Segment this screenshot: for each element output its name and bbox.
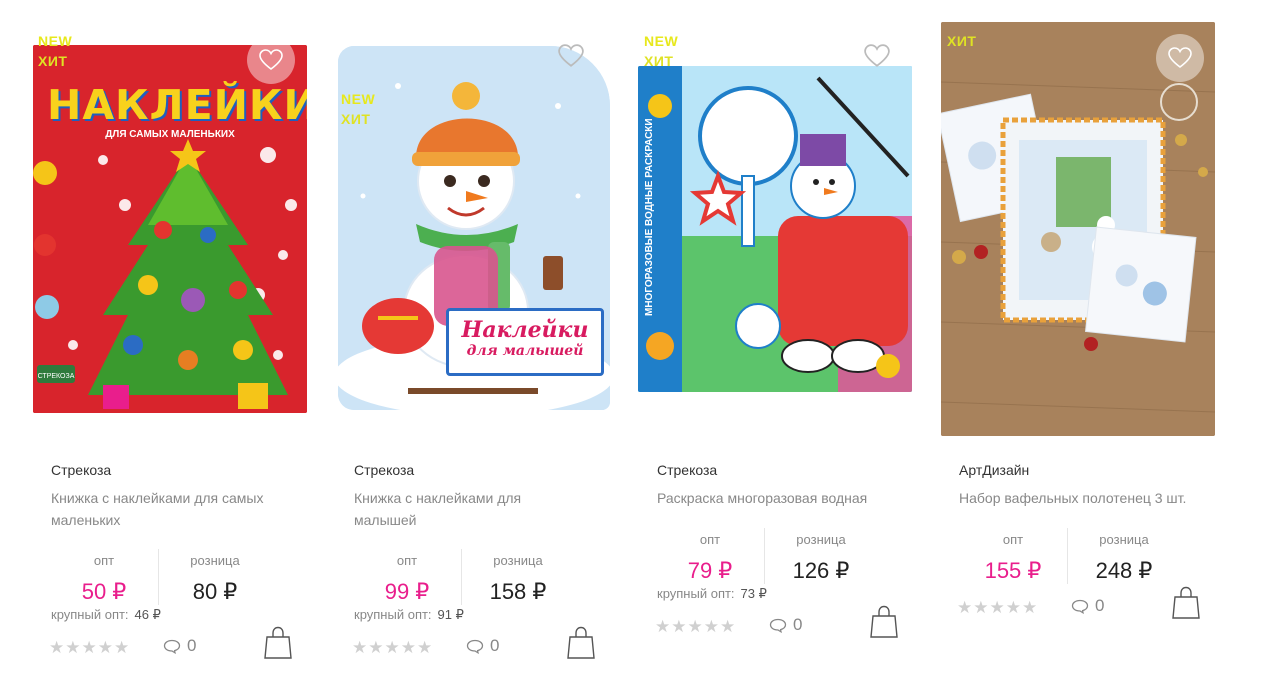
price-retail-label: розница: [1099, 532, 1149, 547]
product-brand[interactable]: АртДизайн: [959, 462, 1029, 478]
cover-illustration: [638, 66, 912, 392]
badge-new: NEW: [38, 33, 73, 49]
price-opt-label: опт: [93, 553, 115, 568]
bulk-price-label: крупный опт:: [657, 586, 735, 601]
bulk-price-value: 91 ₽: [437, 607, 464, 622]
price-block: опт 50 ₽ розница 80 ₽: [50, 549, 270, 613]
product-title[interactable]: Книжка с наклейками для малышей: [354, 487, 564, 531]
product-image[interactable]: ХИТ: [939, 18, 1239, 438]
cover-title: Наклейки: [461, 317, 589, 343]
comments-count: 0: [187, 636, 197, 655]
shopping-bag-icon: [870, 605, 898, 638]
product-title[interactable]: Книжка с наклейками для самых маленьких: [51, 487, 301, 531]
price-retail: 248 ₽: [1095, 558, 1153, 583]
product-brand[interactable]: Стрекоза: [657, 462, 717, 478]
comment-icon: [163, 639, 181, 654]
product-card[interactable]: МНОГОРАЗОВЫЕ ВОДНЫЕ РАСКРАСКИ NEW ХИТ Ст…: [636, 0, 936, 695]
comments-link[interactable]: 0: [1071, 596, 1104, 616]
badge-hit: ХИТ: [38, 53, 68, 69]
comment-icon: [769, 618, 787, 633]
product-brand[interactable]: Стрекоза: [51, 462, 111, 478]
comments-count: 0: [793, 615, 803, 634]
product-photo: [941, 22, 1215, 436]
svg-text:СТРЕКОЗА: СТРЕКОЗА: [38, 373, 75, 380]
favorite-button[interactable]: [555, 40, 587, 72]
bulk-price: крупный опт: 46 ₽: [51, 607, 161, 623]
badge-new: NEW: [644, 33, 679, 49]
product-title[interactable]: Раскраска многоразовая водная: [657, 487, 917, 509]
product-card[interactable]: Наклейки для малышей NEW ХИТ Стрекоза Кн…: [333, 0, 633, 695]
towels-illustration: [941, 22, 1215, 436]
heart-icon: [864, 44, 890, 67]
comments-link[interactable]: 0: [163, 636, 196, 656]
book-cover: МНОГОРАЗОВЫЕ ВОДНЫЕ РАСКРАСКИ: [638, 66, 912, 392]
comments-link[interactable]: 0: [769, 615, 802, 635]
heart-icon: [1168, 47, 1192, 69]
book-cover: СТРЕКОЗА НАКЛЕЙКИ ДЛЯ САМЫХ МАЛЕНЬКИХ: [33, 45, 307, 413]
price-opt-label: опт: [396, 553, 418, 568]
add-to-cart-button[interactable]: [263, 626, 293, 660]
price-retail: 80 ₽: [192, 579, 238, 604]
price-opt: 79 ₽: [687, 558, 733, 583]
price-retail-label: розница: [493, 553, 543, 568]
comments-count: 0: [490, 636, 500, 655]
product-title[interactable]: Набор вафельных полотенец 3 шт.: [959, 487, 1219, 509]
add-to-cart-button[interactable]: [1171, 586, 1201, 620]
favorite-button[interactable]: [247, 36, 295, 84]
product-image[interactable]: СТРЕКОЗА НАКЛЕЙКИ ДЛЯ САМЫХ МАЛЕНЬКИХ NE…: [30, 18, 330, 438]
price-opt: 50 ₽: [81, 579, 127, 604]
add-to-cart-button[interactable]: [566, 626, 596, 660]
cover-sign: Наклейки для малышей: [446, 308, 604, 376]
shopping-bag-icon: [264, 626, 292, 659]
favorite-button[interactable]: [1156, 34, 1204, 82]
comments-link[interactable]: 0: [466, 636, 499, 656]
product-card[interactable]: ХИТ АртДизайн Набор вафельных полотенец …: [939, 0, 1239, 695]
book-cover: Наклейки для малышей: [338, 46, 610, 410]
price-block: опт 99 ₽ розница 158 ₽: [353, 549, 573, 613]
rating-stars[interactable]: ★★★★★: [352, 638, 433, 658]
rating-stars[interactable]: ★★★★★: [49, 638, 130, 658]
cover-title: НАКЛЕЙКИ: [47, 81, 307, 129]
price-block: опт 79 ₽ розница 126 ₽: [656, 528, 876, 592]
badge-hit: ХИТ: [947, 33, 977, 49]
comment-icon: [1071, 599, 1089, 614]
product-image[interactable]: Наклейки для малышей NEW ХИТ: [333, 18, 633, 438]
price-opt-label: опт: [1002, 532, 1024, 547]
bulk-price-value: 46 ₽: [134, 607, 161, 622]
bulk-price-label: крупный опт:: [354, 607, 432, 622]
cover-side-title: МНОГОРАЗОВЫЕ ВОДНЫЕ РАСКРАСКИ: [644, 118, 655, 316]
price-retail: 126 ₽: [792, 558, 850, 583]
favorite-button[interactable]: [861, 40, 893, 72]
bulk-price: крупный опт: 73 ₽: [657, 586, 767, 602]
price-retail-label: розница: [796, 532, 846, 547]
add-to-cart-button[interactable]: [869, 605, 899, 639]
cover-subtitle: для малышей: [466, 343, 584, 359]
badge-hit: ХИТ: [644, 53, 674, 69]
price-opt: 99 ₽: [384, 579, 430, 604]
badge-new: NEW: [341, 91, 376, 107]
comments-count: 0: [1095, 596, 1105, 615]
heart-icon: [259, 49, 283, 71]
heart-icon: [558, 44, 584, 67]
cover-subtitle: ДЛЯ САМЫХ МАЛЕНЬКИХ: [105, 129, 235, 140]
bulk-price: крупный опт: 91 ₽: [354, 607, 464, 623]
product-brand[interactable]: Стрекоза: [354, 462, 414, 478]
product-image[interactable]: МНОГОРАЗОВЫЕ ВОДНЫЕ РАСКРАСКИ NEW ХИТ: [636, 18, 936, 438]
price-block: опт 155 ₽ розница 248 ₽: [959, 528, 1179, 592]
price-opt: 155 ₽: [984, 558, 1042, 583]
shopping-bag-icon: [1172, 586, 1200, 619]
badge-hit: ХИТ: [341, 111, 371, 127]
bulk-price-label: крупный опт:: [51, 607, 129, 622]
comment-icon: [466, 639, 484, 654]
price-retail-label: розница: [190, 553, 240, 568]
price-opt-label: опт: [699, 532, 721, 547]
product-card[interactable]: СТРЕКОЗА НАКЛЕЙКИ ДЛЯ САМЫХ МАЛЕНЬКИХ NE…: [30, 0, 330, 695]
price-retail: 158 ₽: [489, 579, 547, 604]
rating-stars[interactable]: ★★★★★: [957, 598, 1038, 618]
shopping-bag-icon: [567, 626, 595, 659]
bulk-price-value: 73 ₽: [740, 586, 767, 601]
rating-stars[interactable]: ★★★★★: [655, 617, 736, 637]
